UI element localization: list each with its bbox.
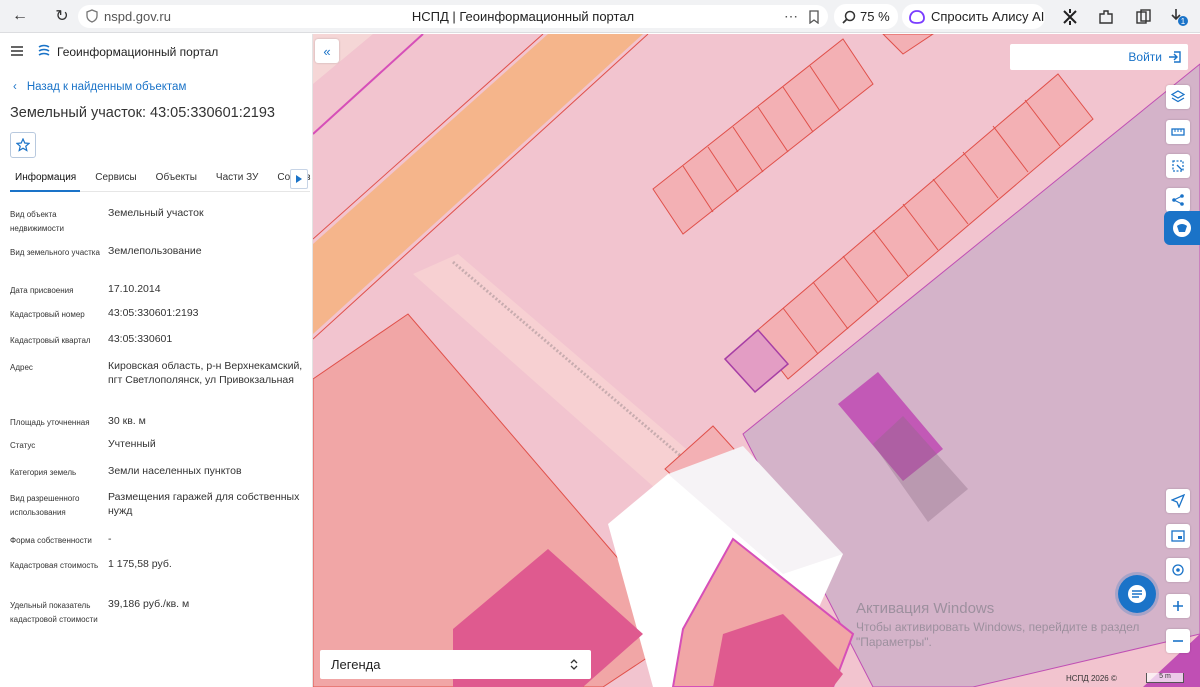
property-value: - — [108, 533, 112, 545]
select-area-icon — [1172, 160, 1184, 172]
copyright-text: НСПД 2026 © — [1066, 674, 1117, 683]
property-label: Форма собственности — [10, 536, 92, 545]
navigation-arrow-icon — [1171, 494, 1185, 508]
back-to-results-link[interactable]: ‹ Назад к найденным объектам — [13, 81, 186, 93]
property-value: 17.10.2014 — [108, 283, 161, 295]
portal-header: Геоинформационный портал — [0, 34, 312, 70]
tab-services[interactable]: Сервисы — [90, 168, 140, 192]
zoom-level: 75 % — [860, 9, 890, 24]
property-label: Статус — [10, 441, 36, 450]
property-value: 39,186 руб./кв. м — [108, 598, 190, 610]
tabs-scroll-right-button[interactable] — [290, 169, 308, 189]
portal-title: Геоинформационный портал — [57, 45, 219, 59]
login-label: Войти — [1128, 50, 1162, 64]
property-value: Земли населенных пунктов — [108, 465, 242, 477]
map-canvas[interactable] — [313, 34, 1200, 687]
property-label: Кадастровая стоимость — [10, 561, 99, 570]
property-value: Земельный участок — [108, 207, 204, 219]
property-value: 30 кв. м — [108, 415, 146, 427]
portal-logo-icon — [38, 44, 50, 56]
extension-tools-icon[interactable] — [1060, 7, 1080, 27]
object-tabs: Информация Сервисы Объекты Части ЗУ Сост… — [10, 168, 311, 192]
browser-toolbar: ← ↻ nspd.gov.ru НСПД | Геоинформационный… — [0, 0, 1200, 33]
legend-dropdown[interactable]: Легенда — [320, 650, 591, 679]
tab-information[interactable]: Информация — [10, 168, 81, 192]
menu-icon[interactable] — [11, 46, 23, 56]
property-value: Размещения гаражей для собственных нужд — [108, 491, 300, 517]
tab-parts[interactable]: Части ЗУ — [211, 168, 262, 192]
collapse-sidebar-button[interactable]: « — [315, 39, 339, 63]
magnifier-icon — [842, 10, 856, 24]
support-tab[interactable] — [1164, 211, 1200, 245]
minimap-icon — [1171, 530, 1185, 542]
minus-icon — [1173, 640, 1183, 642]
ruler-button[interactable] — [1166, 120, 1190, 144]
zoom-in-button[interactable] — [1166, 594, 1190, 618]
property-label: Дата присвоения — [10, 286, 74, 295]
share-icon — [1172, 194, 1184, 206]
downloads-icon[interactable]: 1 — [1168, 7, 1188, 27]
star-icon — [16, 138, 30, 152]
bookmark-icon[interactable] — [808, 9, 820, 24]
extensions-puzzle-icon[interactable] — [1096, 7, 1116, 27]
scale-bar: 5 m — [1146, 673, 1184, 683]
layers-icon — [1171, 90, 1185, 103]
info-sidebar: Геоинформационный портал ‹ Назад к найде… — [0, 34, 313, 687]
property-label: Площадь уточненная — [10, 418, 90, 427]
share-button[interactable] — [1166, 188, 1190, 212]
page-title: Земельный участок: 43:05:330601:2193 — [10, 105, 275, 121]
locate-button[interactable] — [1166, 489, 1190, 513]
more-icon[interactable]: ⋯ — [784, 8, 798, 25]
property-value: Учтенный — [108, 438, 156, 450]
minimap-button[interactable] — [1166, 524, 1190, 548]
reload-icon[interactable]: ↻ — [48, 2, 76, 30]
back-arrow-icon[interactable]: ← — [6, 2, 34, 30]
ruler-icon — [1171, 128, 1185, 136]
chevron-updown-icon — [570, 659, 578, 670]
plus-icon — [1173, 601, 1183, 611]
property-label: Кадастровый квартал — [10, 336, 91, 345]
login-icon — [1169, 51, 1181, 63]
property-label: Кадастровый номер — [10, 310, 85, 319]
address-bar[interactable]: nspd.gov.ru НСПД | Геоинформационный пор… — [78, 5, 828, 28]
page-tab-title: НСПД | Геоинформационный портал — [411, 9, 635, 24]
downloads-count: 1 — [1181, 17, 1186, 26]
geolocation-button[interactable] — [1166, 558, 1190, 582]
property-label: Вид объекта недвижимости — [10, 210, 64, 233]
select-area-button[interactable] — [1166, 154, 1190, 178]
support-icon — [1173, 219, 1191, 237]
property-label: Адрес — [10, 363, 33, 372]
cadastral-map[interactable] — [313, 34, 1200, 687]
alice-button[interactable]: Спросить Алису AI — [902, 4, 1045, 29]
property-value: 43:05:330601:2193 — [108, 307, 199, 319]
chevron-left-icon: ‹ — [13, 81, 17, 93]
alice-icon — [909, 9, 925, 24]
favorite-button[interactable] — [10, 132, 36, 158]
collections-icon[interactable] — [1133, 7, 1153, 27]
zoom-indicator[interactable]: 75 % — [834, 4, 898, 29]
alice-label: Спросить Алису AI — [931, 9, 1045, 24]
property-label: Категория земель — [10, 468, 77, 477]
property-label: Вид разрешенного использования — [10, 494, 80, 517]
windows-activation-watermark: Активация Windows Чтобы активировать Win… — [856, 600, 1156, 650]
back-link-label: Назад к найденным объектам — [26, 81, 187, 93]
layers-button[interactable] — [1166, 85, 1190, 109]
watermark-subtitle: Чтобы активировать Windows, перейдите в … — [856, 620, 1140, 649]
property-value: Землепользование — [108, 245, 202, 257]
target-icon — [1172, 564, 1184, 576]
property-value: 1 175,58 руб. — [108, 558, 172, 570]
tab-objects[interactable]: Объекты — [151, 168, 201, 192]
login-button[interactable]: Войти — [1010, 44, 1188, 70]
property-label: Удельный показатель кадастровой стоимост… — [10, 601, 98, 624]
legend-label: Легенда — [331, 657, 381, 672]
zoom-out-button[interactable] — [1166, 629, 1190, 653]
triangle-right-icon — [296, 175, 302, 183]
url-text: nspd.gov.ru — [104, 9, 171, 24]
property-value: 43:05:330601 — [108, 333, 173, 345]
watermark-title: Активация Windows — [856, 600, 995, 617]
property-value: Кировская область, р-н Верхнекамский, пг… — [108, 360, 303, 386]
property-label: Вид земельного участка — [10, 248, 100, 257]
shield-icon — [86, 9, 98, 23]
